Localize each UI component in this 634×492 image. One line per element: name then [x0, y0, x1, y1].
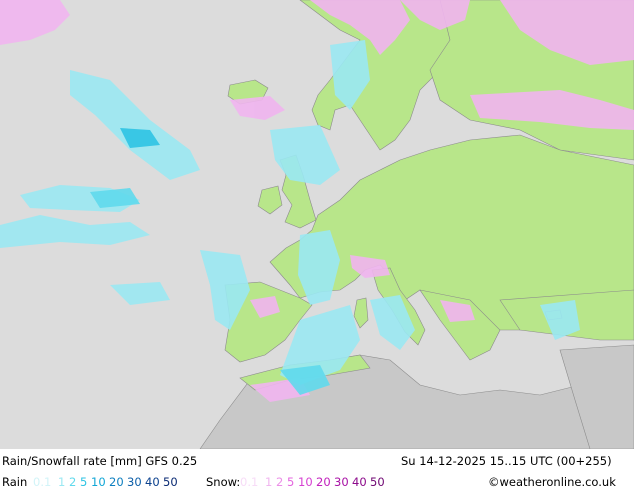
- snow-level-0: 0.1: [240, 475, 259, 489]
- legend-bar: Rain/Snowfall rate [mm] GFS 0.25 Su 14-1…: [0, 449, 634, 490]
- rain-level-0: 0.1: [33, 475, 52, 489]
- credit-text: ©weatheronline.co.uk: [488, 475, 616, 489]
- map-canvas: [0, 0, 634, 449]
- legend-row-scale: Rain 0.1 1 2 5 10 20 30 40 50 Snow: 0.1 1 2 5 10 20 30…: [0, 472, 634, 492]
- rain-level-1: 1: [58, 475, 66, 489]
- snow-level-3: 5: [287, 475, 295, 489]
- rain-level-7: 40: [145, 475, 160, 489]
- rain-level-5: 20: [109, 475, 124, 489]
- snow-level-1: 1: [265, 475, 273, 489]
- snow-level-5: 20: [316, 475, 331, 489]
- snow-level-7: 40: [352, 475, 367, 489]
- snow-level-4: 10: [298, 475, 313, 489]
- rain-level-4: 10: [91, 475, 106, 489]
- rain-level-6: 30: [127, 475, 142, 489]
- rain-level-8: 50: [163, 475, 178, 489]
- map-title: Rain/Snowfall rate [mm] GFS 0.25: [2, 454, 198, 468]
- rain-legend-label: Rain: [2, 475, 28, 489]
- snow-level-2: 2: [276, 475, 284, 489]
- rain-level-3: 5: [80, 475, 88, 489]
- precipitation-map: [0, 0, 634, 449]
- legend-row-title: Rain/Snowfall rate [mm] GFS 0.25 Su 14-1…: [0, 451, 634, 471]
- snow-level-6: 30: [334, 475, 349, 489]
- snow-level-8: 50: [370, 475, 385, 489]
- snow-legend-label: Snow:: [206, 475, 241, 489]
- rain-level-2: 2: [69, 475, 77, 489]
- valid-time: Su 14-12-2025 15..15 UTC (00+255): [401, 454, 612, 468]
